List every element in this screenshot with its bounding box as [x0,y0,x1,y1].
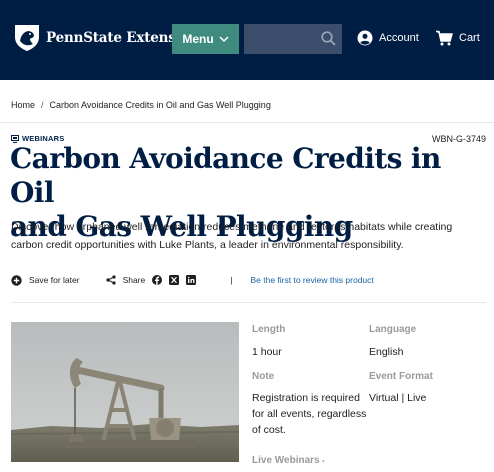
save-label: Save for later [29,275,80,285]
breadcrumb-separator: / [41,100,44,110]
event-format-value: Virtual | Live [369,392,427,404]
menu-label: Menu [182,32,214,46]
share-label: Share [122,275,146,285]
language-label: Language [369,324,417,335]
cart-label: Cart [459,32,480,44]
action-row: Save for later Share | Be the first to r… [11,273,481,287]
cart-icon [436,30,453,46]
share-icon [105,275,116,285]
linkedin-icon[interactable] [186,275,197,285]
product-description: Discover how orphaned well remediation r… [11,221,453,251]
search-input[interactable] [244,24,342,54]
user-circle-icon [357,30,373,46]
divider [0,122,494,123]
note-label: Note [252,371,275,382]
action-separator: | [230,275,233,285]
pumpjack-photo [11,322,239,462]
menu-button[interactable]: Menu [172,24,239,54]
account-link[interactable]: Account [357,30,419,46]
save-for-later-button[interactable]: Save for later [11,274,80,286]
live-webinars-label: Live Webinars • [252,455,325,466]
product-image [11,322,239,462]
plus-circle-icon [11,274,22,286]
title-line-1: Carbon Avoidance Credits in Oil [10,142,441,209]
breadcrumb-home[interactable]: Home [11,100,35,110]
account-label: Account [379,32,419,44]
facebook-icon[interactable] [152,275,163,285]
cart-link[interactable]: Cart [435,30,480,46]
review-link[interactable]: Be the first to review this product [250,275,373,285]
share-group: Share [105,275,197,285]
length-value: 1 hour [252,346,282,358]
search-icon[interactable] [321,31,336,46]
chevron-down-icon [219,35,229,42]
note-value: Registration is required for all events,… [252,392,367,436]
nittany-lion-shield-icon [15,25,39,51]
language-value: English [369,346,404,358]
divider [11,302,486,303]
length-label: Length [252,324,286,335]
site-header: PennState Extension Menu Account Cart [0,0,494,80]
x-icon[interactable] [169,275,180,285]
breadcrumb-current[interactable]: Carbon Avoidance Credits in Oil and Gas … [50,100,271,110]
breadcrumb: Home / Carbon Avoidance Credits in Oil and… [11,100,271,110]
event-format-label: Event Format [369,371,433,382]
